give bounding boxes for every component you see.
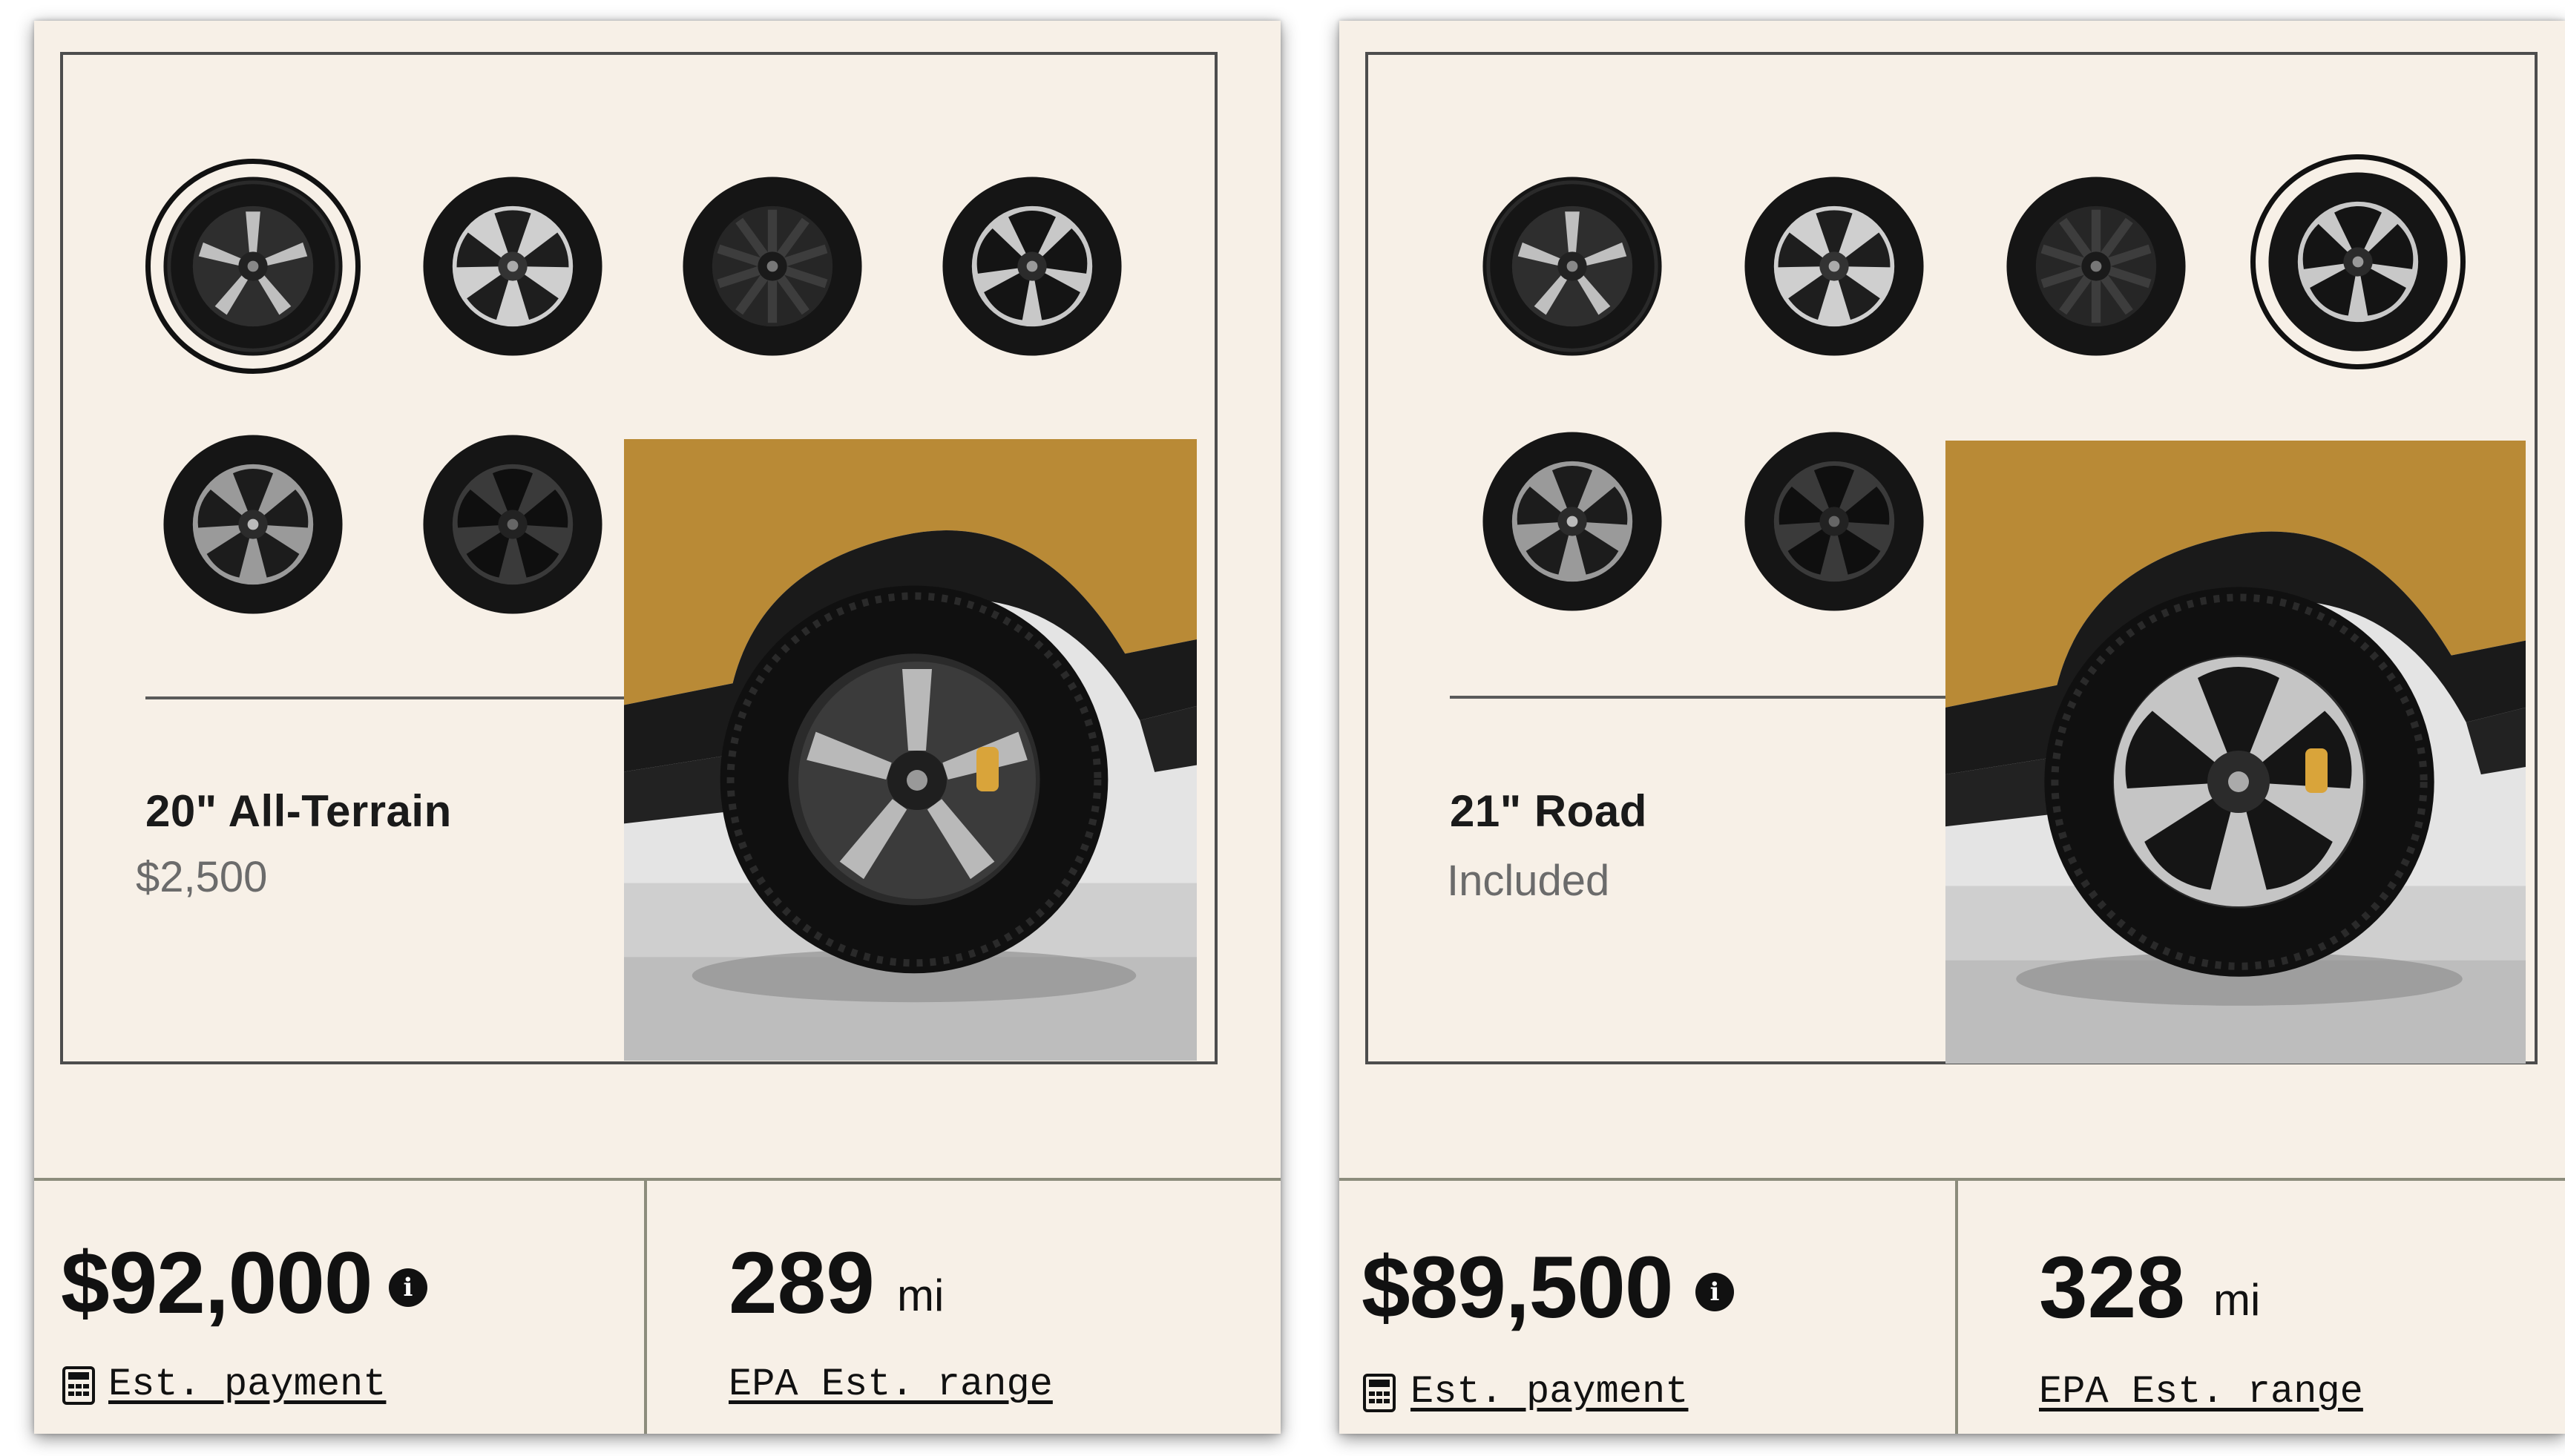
wheel-option-4[interactable] bbox=[924, 159, 1140, 374]
wheel-preview-photo bbox=[1945, 441, 2526, 1064]
info-icon[interactable]: i bbox=[389, 1268, 427, 1307]
wheel-option-1[interactable] bbox=[145, 159, 361, 374]
config-panel-right: 21" Road Included $89,500 i Est. payment… bbox=[1339, 21, 2565, 1434]
section-divider bbox=[145, 696, 650, 699]
wheel-option-4[interactable] bbox=[2250, 154, 2466, 369]
est-payment-link[interactable]: Est. payment bbox=[1410, 1370, 1688, 1414]
calculator-icon bbox=[1363, 1374, 1396, 1412]
summary-separator bbox=[1955, 1181, 1958, 1434]
wheel-4-icon bbox=[941, 175, 1123, 358]
section-divider bbox=[1450, 696, 1969, 699]
wheel-2-icon bbox=[1743, 175, 1925, 358]
selected-wheel-price: Included bbox=[1447, 857, 1610, 905]
selected-wheel-title: 21" Road bbox=[1450, 786, 1647, 836]
wheel-option-5[interactable] bbox=[145, 417, 361, 632]
wheel-3-icon bbox=[2005, 175, 2187, 358]
wheel-option-2[interactable] bbox=[405, 159, 620, 374]
range-value: 289 bbox=[729, 1234, 875, 1332]
wheel-option-2[interactable] bbox=[1727, 159, 1942, 374]
epa-range-link[interactable]: EPA Est. range bbox=[2039, 1370, 2363, 1414]
wheel-option-1[interactable] bbox=[1465, 159, 1680, 374]
wheel-option-3[interactable] bbox=[1988, 159, 2204, 374]
total-price: $92,000 bbox=[61, 1234, 373, 1332]
wheel-option-5[interactable] bbox=[1465, 414, 1680, 629]
est-payment-link[interactable]: Est. payment bbox=[108, 1363, 386, 1406]
wheel-5-icon bbox=[162, 433, 344, 616]
vehicle-wheel-image bbox=[624, 439, 1197, 1061]
wheel-preview-photo bbox=[624, 439, 1197, 1061]
info-icon[interactable]: i bbox=[1695, 1273, 1734, 1311]
wheel-3-icon bbox=[681, 175, 864, 358]
total-price: $89,500 bbox=[1362, 1239, 1674, 1337]
range-unit: mi bbox=[897, 1271, 945, 1320]
range-value: 328 bbox=[2039, 1239, 2185, 1337]
wheel-selector-card: 21" Road Included bbox=[1365, 52, 2538, 1064]
wheel-option-3[interactable] bbox=[665, 159, 880, 374]
summary-bar: $92,000 i Est. payment 289 mi EPA Est. r… bbox=[34, 1178, 1281, 1434]
wheel-2-icon bbox=[421, 175, 604, 358]
range-unit: mi bbox=[2213, 1275, 2261, 1325]
wheel-6-icon bbox=[1743, 430, 1925, 613]
wheel-option-6[interactable] bbox=[1727, 414, 1942, 629]
selected-wheel-title: 20" All-Terrain bbox=[145, 786, 452, 836]
selected-wheel-price: $2,500 bbox=[136, 853, 268, 901]
summary-separator bbox=[644, 1181, 647, 1434]
calculator-icon bbox=[62, 1366, 95, 1405]
wheel-selector-card: 20" All-Terrain $2,500 bbox=[60, 52, 1218, 1064]
epa-range-link[interactable]: EPA Est. range bbox=[729, 1363, 1053, 1406]
wheel-4-icon bbox=[2267, 171, 2449, 353]
wheel-1-icon bbox=[1481, 175, 1664, 358]
config-panel-left: 20" All-Terrain $2,500 $92,000 i Est. pa… bbox=[34, 21, 1281, 1434]
wheel-option-6[interactable] bbox=[405, 417, 620, 632]
wheel-6-icon bbox=[421, 433, 604, 616]
wheel-5-icon bbox=[1481, 430, 1664, 613]
wheel-1-icon bbox=[162, 175, 344, 358]
vehicle-wheel-image bbox=[1945, 441, 2526, 1064]
summary-bar: $89,500 i Est. payment 328 mi EPA Est. r… bbox=[1339, 1178, 2565, 1434]
